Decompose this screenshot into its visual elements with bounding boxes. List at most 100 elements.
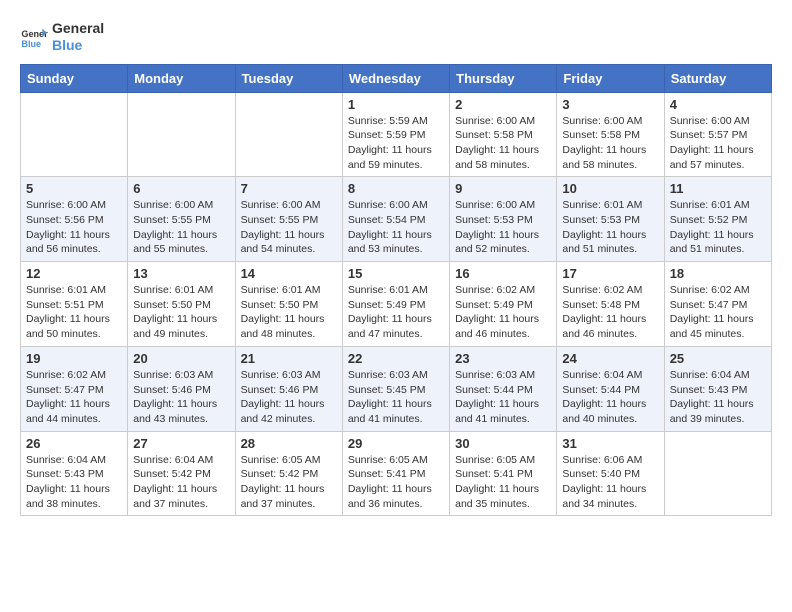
day-number: 14 — [241, 266, 337, 281]
day-number: 8 — [348, 181, 444, 196]
day-number: 7 — [241, 181, 337, 196]
week-row-0: 1Sunrise: 5:59 AMSunset: 5:59 PMDaylight… — [21, 92, 772, 177]
day-number: 5 — [26, 181, 122, 196]
day-number: 18 — [670, 266, 766, 281]
week-row-4: 26Sunrise: 6:04 AMSunset: 5:43 PMDayligh… — [21, 431, 772, 516]
day-info: Sunrise: 6:03 AMSunset: 5:46 PMDaylight:… — [241, 368, 337, 427]
day-info: Sunrise: 6:00 AMSunset: 5:55 PMDaylight:… — [133, 198, 229, 257]
calendar-cell — [21, 92, 128, 177]
day-number: 20 — [133, 351, 229, 366]
day-info: Sunrise: 6:02 AMSunset: 5:47 PMDaylight:… — [26, 368, 122, 427]
header: General Blue General Blue — [20, 20, 772, 54]
day-number: 30 — [455, 436, 551, 451]
weekday-header-friday: Friday — [557, 64, 664, 92]
logo-text-general: General — [52, 20, 104, 37]
calendar-cell: 8Sunrise: 6:00 AMSunset: 5:54 PMDaylight… — [342, 177, 449, 262]
day-number: 23 — [455, 351, 551, 366]
day-number: 27 — [133, 436, 229, 451]
logo: General Blue General Blue — [20, 20, 104, 54]
calendar-cell: 4 Sunrise: 6:00 AMSunset: 5:57 PMDaylight… — [664, 92, 771, 177]
calendar-cell: 7 Sunrise: 6:00 AMSunset: 5:55 PMDaylight… — [235, 177, 342, 262]
day-info: Sunrise: 6:06 AMSunset: 5:40 PMDaylight:… — [562, 453, 658, 512]
day-info: Sunrise: 6:00 AMSunset: 5:58 PMDaylight:… — [455, 114, 551, 173]
calendar-cell: 29 Sunrise: 6:05 AMSunset: 5:41 PMDayligh… — [342, 431, 449, 516]
calendar-cell: 18Sunrise: 6:02 AMSunset: 5:47 PMDayligh… — [664, 262, 771, 347]
weekday-header-saturday: Saturday — [664, 64, 771, 92]
logo-text-blue: Blue — [52, 37, 104, 54]
day-info: Sunrise: 6:00 AMSunset: 5:57 PMDaylight:… — [670, 114, 766, 173]
week-row-1: 5 Sunrise: 6:00 AMSunset: 5:56 PMDaylight… — [21, 177, 772, 262]
day-info: Sunrise: 6:04 AMSunset: 5:42 PMDaylight:… — [133, 453, 229, 512]
calendar-cell: 12 Sunrise: 6:01 AMSunset: 5:51 PMDayligh… — [21, 262, 128, 347]
calendar: SundayMondayTuesdayWednesdayThursdayFrid… — [20, 64, 772, 517]
weekday-header-sunday: Sunday — [21, 64, 128, 92]
calendar-cell: 31 Sunrise: 6:06 AMSunset: 5:40 PMDayligh… — [557, 431, 664, 516]
calendar-cell: 3Sunrise: 6:00 AMSunset: 5:58 PMDaylight… — [557, 92, 664, 177]
day-number: 15 — [348, 266, 444, 281]
calendar-cell: 5 Sunrise: 6:00 AMSunset: 5:56 PMDaylight… — [21, 177, 128, 262]
day-number: 29 — [348, 436, 444, 451]
general-blue-icon: General Blue — [20, 23, 48, 51]
day-info: Sunrise: 6:04 AMSunset: 5:44 PMDaylight:… — [562, 368, 658, 427]
day-info: Sunrise: 6:01 AMSunset: 5:50 PMDaylight:… — [241, 283, 337, 342]
calendar-cell: 11Sunrise: 6:01 AMSunset: 5:52 PMDayligh… — [664, 177, 771, 262]
weekday-header-wednesday: Wednesday — [342, 64, 449, 92]
calendar-cell: 6 Sunrise: 6:00 AMSunset: 5:55 PMDaylight… — [128, 177, 235, 262]
day-info: Sunrise: 6:03 AMSunset: 5:46 PMDaylight:… — [133, 368, 229, 427]
weekday-header-thursday: Thursday — [450, 64, 557, 92]
calendar-cell — [128, 92, 235, 177]
weekday-header-monday: Monday — [128, 64, 235, 92]
day-number: 13 — [133, 266, 229, 281]
day-number: 17 — [562, 266, 658, 281]
calendar-cell: 25Sunrise: 6:04 AMSunset: 5:43 PMDayligh… — [664, 346, 771, 431]
calendar-cell: 15 Sunrise: 6:01 AMSunset: 5:49 PMDayligh… — [342, 262, 449, 347]
calendar-cell: 24Sunrise: 6:04 AMSunset: 5:44 PMDayligh… — [557, 346, 664, 431]
calendar-cell — [664, 431, 771, 516]
day-info: Sunrise: 6:05 AMSunset: 5:41 PMDaylight:… — [348, 453, 444, 512]
calendar-cell: 10Sunrise: 6:01 AMSunset: 5:53 PMDayligh… — [557, 177, 664, 262]
calendar-cell: 17Sunrise: 6:02 AMSunset: 5:48 PMDayligh… — [557, 262, 664, 347]
day-info: Sunrise: 5:59 AMSunset: 5:59 PMDaylight:… — [348, 114, 444, 173]
calendar-cell: 21 Sunrise: 6:03 AMSunset: 5:46 PMDayligh… — [235, 346, 342, 431]
day-number: 19 — [26, 351, 122, 366]
calendar-cell: 14 Sunrise: 6:01 AMSunset: 5:50 PMDayligh… — [235, 262, 342, 347]
day-info: Sunrise: 6:05 AMSunset: 5:41 PMDaylight:… — [455, 453, 551, 512]
day-number: 12 — [26, 266, 122, 281]
day-info: Sunrise: 6:03 AMSunset: 5:44 PMDaylight:… — [455, 368, 551, 427]
day-number: 10 — [562, 181, 658, 196]
day-number: 11 — [670, 181, 766, 196]
calendar-cell: 20 Sunrise: 6:03 AMSunset: 5:46 PMDayligh… — [128, 346, 235, 431]
calendar-cell: 23 Sunrise: 6:03 AMSunset: 5:44 PMDayligh… — [450, 346, 557, 431]
calendar-cell: 28Sunrise: 6:05 AMSunset: 5:42 PMDayligh… — [235, 431, 342, 516]
day-info: Sunrise: 6:03 AMSunset: 5:45 PMDaylight:… — [348, 368, 444, 427]
day-number: 6 — [133, 181, 229, 196]
weekday-header-tuesday: Tuesday — [235, 64, 342, 92]
day-number: 25 — [670, 351, 766, 366]
week-row-2: 12 Sunrise: 6:01 AMSunset: 5:51 PMDayligh… — [21, 262, 772, 347]
calendar-cell — [235, 92, 342, 177]
day-info: Sunrise: 6:00 AMSunset: 5:53 PMDaylight:… — [455, 198, 551, 257]
calendar-cell: 9Sunrise: 6:00 AMSunset: 5:53 PMDaylight… — [450, 177, 557, 262]
calendar-cell: 26Sunrise: 6:04 AMSunset: 5:43 PMDayligh… — [21, 431, 128, 516]
svg-text:Blue: Blue — [21, 39, 41, 49]
day-info: Sunrise: 6:00 AMSunset: 5:58 PMDaylight:… — [562, 114, 658, 173]
calendar-cell: 30 Sunrise: 6:05 AMSunset: 5:41 PMDayligh… — [450, 431, 557, 516]
calendar-cell: 2Sunrise: 6:00 AMSunset: 5:58 PMDaylight… — [450, 92, 557, 177]
day-info: Sunrise: 6:00 AMSunset: 5:56 PMDaylight:… — [26, 198, 122, 257]
calendar-cell: 22Sunrise: 6:03 AMSunset: 5:45 PMDayligh… — [342, 346, 449, 431]
calendar-cell: 16 Sunrise: 6:02 AMSunset: 5:49 PMDayligh… — [450, 262, 557, 347]
day-number: 4 — [670, 97, 766, 112]
calendar-cell: 13 Sunrise: 6:01 AMSunset: 5:50 PMDayligh… — [128, 262, 235, 347]
day-number: 16 — [455, 266, 551, 281]
day-number: 28 — [241, 436, 337, 451]
week-row-3: 19 Sunrise: 6:02 AMSunset: 5:47 PMDayligh… — [21, 346, 772, 431]
day-info: Sunrise: 6:01 AMSunset: 5:49 PMDaylight:… — [348, 283, 444, 342]
day-info: Sunrise: 6:01 AMSunset: 5:51 PMDaylight:… — [26, 283, 122, 342]
day-number: 31 — [562, 436, 658, 451]
day-info: Sunrise: 6:00 AMSunset: 5:55 PMDaylight:… — [241, 198, 337, 257]
day-number: 26 — [26, 436, 122, 451]
day-number: 21 — [241, 351, 337, 366]
weekday-header-row: SundayMondayTuesdayWednesdayThursdayFrid… — [21, 64, 772, 92]
day-info: Sunrise: 6:02 AMSunset: 5:49 PMDaylight:… — [455, 283, 551, 342]
day-info: Sunrise: 6:01 AMSunset: 5:50 PMDaylight:… — [133, 283, 229, 342]
